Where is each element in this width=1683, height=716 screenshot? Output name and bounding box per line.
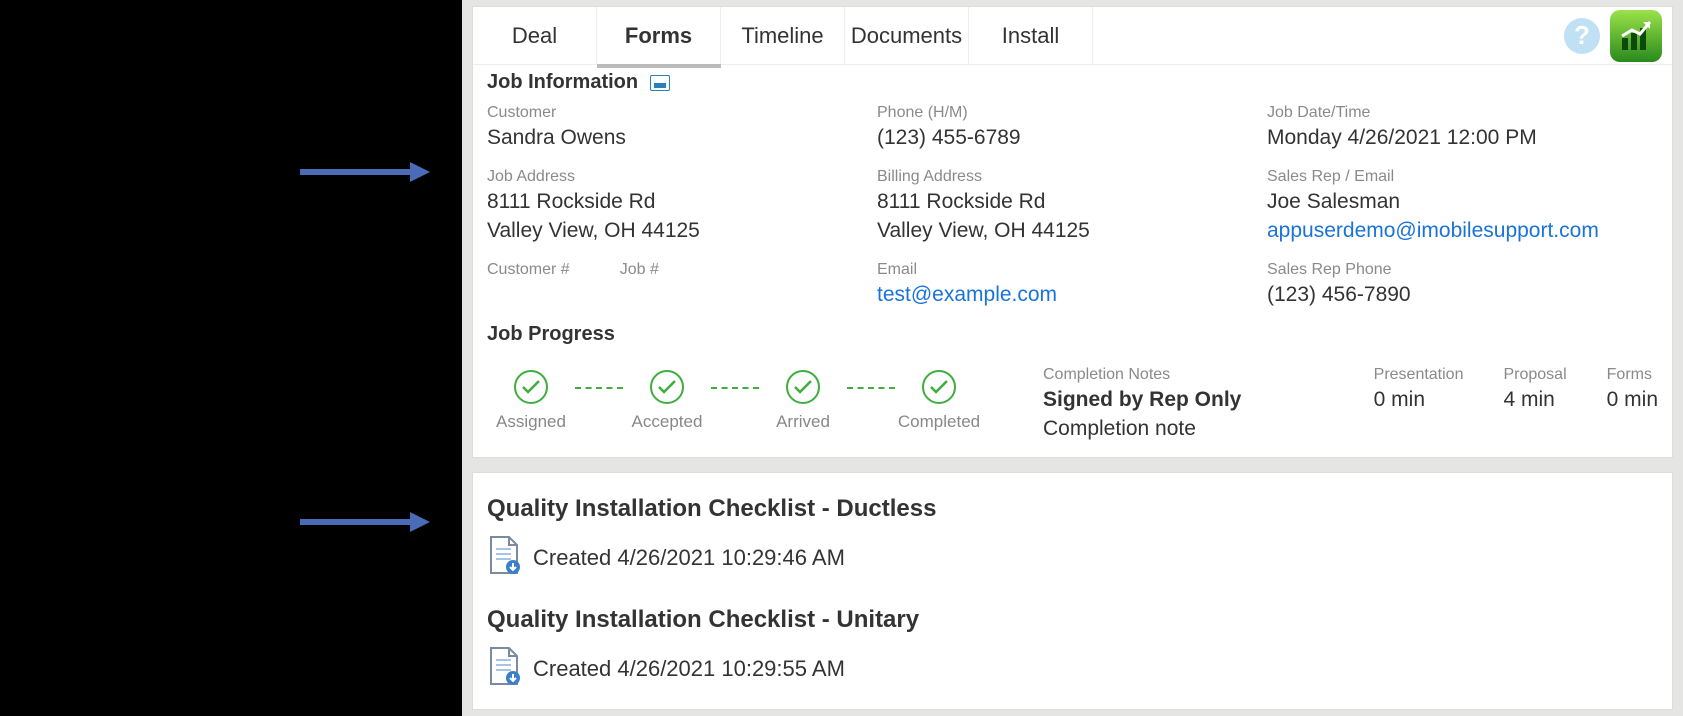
- step-connector: [575, 387, 623, 389]
- sales-rep-label: Sales Rep / Email: [1267, 168, 1658, 186]
- timing-proposal-label: Proposal: [1503, 366, 1566, 384]
- tab-deal[interactable]: Deal: [473, 7, 597, 64]
- form-item-title: Quality Installation Checklist - Unitary: [487, 606, 1658, 634]
- email-field: Email test@example.com: [877, 261, 1267, 309]
- customer-num-label: Customer #: [487, 261, 570, 279]
- completion-notes-status: Signed by Rep Only: [1043, 386, 1241, 414]
- billing-address-field: Billing Address 8111 Rockside Rd Valley …: [877, 168, 1267, 245]
- completion-notes-label: Completion Notes: [1043, 366, 1241, 384]
- document-download-icon[interactable]: [487, 646, 521, 691]
- job-num-label: Job #: [620, 261, 659, 279]
- billing-address-line2: Valley View, OH 44125: [877, 217, 1267, 245]
- form-item-created: Created 4/26/2021 10:29:46 AM: [487, 535, 1658, 580]
- timing-presentation: Presentation 0 min: [1374, 366, 1464, 414]
- step-connector: [847, 387, 895, 389]
- step-assigned-label: Assigned: [496, 412, 566, 432]
- customer-field: Customer Sandra Owens: [487, 104, 877, 152]
- billing-address-label: Billing Address: [877, 168, 1267, 186]
- email-label: Email: [877, 261, 1267, 279]
- phone-value: (123) 455-6789: [877, 124, 1267, 152]
- timing-forms: Forms 0 min: [1607, 366, 1658, 414]
- job-date-field: Job Date/Time Monday 4/26/2021 12:00 PM: [1267, 104, 1658, 152]
- tab-bar: Deal Forms Timeline Documents Install ?: [473, 7, 1672, 65]
- job-info-grid: Customer Sandra Owens Phone (H/M) (123) …: [487, 104, 1658, 309]
- check-icon: [514, 370, 548, 404]
- completion-notes-field: Completion Notes Signed by Rep Only Comp…: [1043, 366, 1241, 443]
- job-address-label: Job Address: [487, 168, 877, 186]
- step-accepted-label: Accepted: [632, 412, 703, 432]
- job-address-field: Job Address 8111 Rockside Rd Valley View…: [487, 168, 877, 245]
- job-date-value: Monday 4/26/2021 12:00 PM: [1267, 124, 1658, 152]
- tab-install[interactable]: Install: [969, 7, 1093, 64]
- main-content: Deal Forms Timeline Documents Install ?: [462, 0, 1683, 716]
- document-download-icon[interactable]: [487, 535, 521, 580]
- customer-job-numbers: Customer # Job #: [487, 261, 877, 309]
- check-icon: [786, 370, 820, 404]
- help-icon[interactable]: ?: [1564, 18, 1600, 54]
- sales-rep-phone-value: (123) 456-7890: [1267, 281, 1658, 309]
- billing-address-line1: 8111 Rockside Rd: [877, 188, 1267, 216]
- phone-label: Phone (H/M): [877, 104, 1267, 122]
- job-information-panel: Deal Forms Timeline Documents Install ?: [472, 6, 1673, 458]
- form-item[interactable]: Quality Installation Checklist - Ductles…: [487, 495, 1658, 580]
- sales-rep-phone-field: Sales Rep Phone (123) 456-7890: [1267, 261, 1658, 309]
- phone-field: Phone (H/M) (123) 455-6789: [877, 104, 1267, 152]
- sales-rep-phone-label: Sales Rep Phone: [1267, 261, 1658, 279]
- progress-steps: Assigned Accepted Arrived Completed: [487, 370, 983, 432]
- form-item-created: Created 4/26/2021 10:29:55 AM: [487, 646, 1658, 691]
- step-accepted: Accepted: [623, 370, 711, 432]
- step-arrived: Arrived: [759, 370, 847, 432]
- form-item-created-text: Created 4/26/2021 10:29:55 AM: [533, 656, 845, 682]
- forms-list-panel: Quality Installation Checklist - Ductles…: [472, 472, 1673, 710]
- timing-forms-value: 0 min: [1607, 386, 1658, 414]
- app-logo-icon[interactable]: [1610, 10, 1662, 62]
- job-information-title: Job Information: [487, 71, 638, 94]
- job-address-line2: Valley View, OH 44125: [487, 217, 877, 245]
- tab-forms[interactable]: Forms: [597, 7, 721, 64]
- annotation-arrow-icon: [300, 160, 430, 184]
- timing-forms-label: Forms: [1607, 366, 1658, 384]
- job-information-heading: Job Information: [487, 71, 1658, 94]
- check-icon: [650, 370, 684, 404]
- form-item-created-text: Created 4/26/2021 10:29:46 AM: [533, 545, 845, 571]
- customer-label: Customer: [487, 104, 877, 122]
- card-icon[interactable]: [650, 75, 670, 91]
- annotation-sidebar: [0, 0, 462, 716]
- customer-value: Sandra Owens: [487, 124, 877, 152]
- step-arrived-label: Arrived: [776, 412, 830, 432]
- completion-notes-text: Completion note: [1043, 415, 1241, 443]
- step-completed: Completed: [895, 370, 983, 432]
- tab-documents[interactable]: Documents: [845, 7, 969, 64]
- job-progress-heading: Job Progress: [487, 323, 1658, 346]
- sales-rep-field: Sales Rep / Email Joe Salesman appuserde…: [1267, 168, 1658, 245]
- timing-presentation-label: Presentation: [1374, 366, 1464, 384]
- timing-presentation-value: 0 min: [1374, 386, 1464, 414]
- email-value[interactable]: test@example.com: [877, 281, 1267, 309]
- annotation-arrow-icon: [300, 510, 430, 534]
- tab-timeline[interactable]: Timeline: [721, 7, 845, 64]
- form-item-title: Quality Installation Checklist - Ductles…: [487, 495, 1658, 523]
- form-item[interactable]: Quality Installation Checklist - Unitary…: [487, 606, 1658, 691]
- step-assigned: Assigned: [487, 370, 575, 432]
- job-date-label: Job Date/Time: [1267, 104, 1658, 122]
- check-icon: [922, 370, 956, 404]
- job-progress-row: Assigned Accepted Arrived Completed: [487, 366, 1658, 443]
- timing-proposal: Proposal 4 min: [1503, 366, 1566, 414]
- job-progress-title: Job Progress: [487, 323, 615, 346]
- timing-proposal-value: 4 min: [1503, 386, 1566, 414]
- sales-rep-email[interactable]: appuserdemo@imobilesupport.com: [1267, 217, 1658, 245]
- step-connector: [711, 387, 759, 389]
- sales-rep-name: Joe Salesman: [1267, 188, 1658, 216]
- job-address-line1: 8111 Rockside Rd: [487, 188, 877, 216]
- timing-block: Presentation 0 min Proposal 4 min Forms …: [1374, 366, 1658, 414]
- step-completed-label: Completed: [898, 412, 980, 432]
